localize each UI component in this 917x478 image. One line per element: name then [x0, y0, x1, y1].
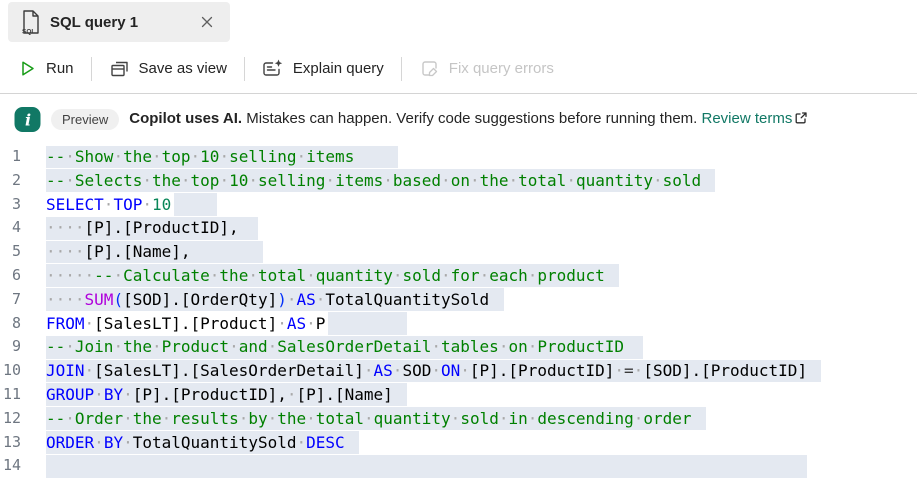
save-as-view-button[interactable]: Save as view: [107, 54, 229, 83]
code-line[interactable]: 1 --·Show·the·top·10·selling·items: [0, 145, 917, 169]
code-line[interactable]: 8 FROM·[SalesLT].[Product]·AS·P: [0, 312, 917, 336]
tab-sql-query-1[interactable]: SQL SQL query 1: [8, 2, 230, 42]
line-number: 2: [0, 169, 21, 193]
review-terms-link[interactable]: Review terms: [702, 110, 793, 127]
tab-bar: SQL SQL query 1: [0, 0, 917, 44]
code-line[interactable]: 5 ····[P].[Name],: [0, 240, 917, 264]
toolbar-separator: [244, 57, 245, 81]
line-number: 13: [0, 431, 21, 455]
code-line[interactable]: 6 ·····--·Calculate·the·total·quantity·so…: [0, 264, 917, 288]
code-text: ····SUM([SOD].[OrderQty])·AS·TotalQuanti…: [46, 288, 489, 312]
code-text: --·Selects·the·top·10·selling·items·base…: [46, 169, 701, 193]
code-line[interactable]: 9 --·Join·the·Product·and·SalesOrderDetai…: [0, 335, 917, 359]
code-line[interactable]: 7 ····SUM([SOD].[OrderQty])·AS·TotalQuant…: [0, 288, 917, 312]
code-text: ····[P].[ProductID],: [46, 216, 239, 240]
fix-query-errors-icon: [419, 58, 440, 79]
code-line[interactable]: 13 ORDER·BY·TotalQuantitySold·DESC: [0, 431, 917, 455]
line-number: 6: [0, 264, 21, 288]
toolbar-separator: [401, 57, 402, 81]
explain-query-icon: [262, 58, 284, 79]
copilot-disclaimer: Copilot uses AI. Mistakes can happen. Ve…: [129, 110, 808, 129]
explain-query-button[interactable]: Explain query: [260, 54, 386, 83]
query-toolbar: Run Save as view Explain query: [0, 44, 917, 94]
external-link-icon: [794, 112, 808, 129]
code-text: ····[P].[Name],: [46, 240, 191, 264]
line-number: 3: [0, 193, 21, 217]
copilot-preview-banner: i Preview Copilot uses AI. Mistakes can …: [0, 94, 917, 144]
code-line[interactable]: 2 --·Selects·the·top·10·selling·items·bas…: [0, 169, 917, 193]
svg-text:i: i: [25, 110, 31, 129]
line-number: 4: [0, 216, 21, 240]
code-line[interactable]: 4 ····[P].[ProductID],: [0, 216, 917, 240]
line-number: 14: [0, 454, 21, 478]
code-text: --·Join·the·Product·and·SalesOrderDetail…: [46, 335, 624, 359]
line-number: 10: [0, 359, 21, 383]
code-text: SELECT·TOP·10: [46, 193, 171, 217]
code-text: FROM·[SalesLT].[Product]·AS·P: [46, 312, 325, 336]
run-button[interactable]: Run: [16, 55, 76, 82]
code-line[interactable]: 11 GROUP·BY·[P].[ProductID],·[P].[Name]: [0, 383, 917, 407]
code-text: --·Show·the·top·10·selling·items: [46, 145, 354, 169]
line-number: 11: [0, 383, 21, 407]
toolbar-separator: [91, 57, 92, 81]
code-line[interactable]: 14: [0, 454, 917, 478]
fix-query-errors-label: Fix query errors: [449, 60, 554, 77]
copilot-uses-ai-text: Copilot uses AI.: [129, 110, 242, 127]
sql-file-icon: SQL: [20, 9, 40, 35]
insertion-highlight: [46, 455, 807, 478]
line-number: 9: [0, 335, 21, 359]
disclaimer-text: Mistakes can happen. Verify code suggest…: [242, 110, 701, 127]
code-line[interactable]: 10 JOIN·[SalesLT].[SalesOrderDetail]·AS·S…: [0, 359, 917, 383]
code-text: --·Order·the·results·by·the·total·quanti…: [46, 407, 692, 431]
code-text: JOIN·[SalesLT].[SalesOrderDetail]·AS·SOD…: [46, 359, 807, 383]
code-line[interactable]: 12 --·Order·the·results·by·the·total·quan…: [0, 407, 917, 431]
code-line[interactable]: 3 SELECT·TOP·10: [0, 193, 917, 217]
sql-code-editor[interactable]: 1 --·Show·the·top·10·selling·items 2 --·Sel…: [0, 144, 917, 478]
svg-text:SQL: SQL: [22, 29, 35, 36]
line-number: 8: [0, 312, 21, 336]
copilot-icon: i: [14, 106, 41, 133]
code-text: GROUP·BY·[P].[ProductID],·[P].[Name]: [46, 383, 393, 407]
line-number: 5: [0, 240, 21, 264]
run-label: Run: [46, 60, 74, 77]
fix-query-errors-button[interactable]: Fix query errors: [417, 54, 556, 83]
tab-title: SQL query 1: [50, 14, 186, 31]
close-icon[interactable]: [196, 11, 218, 33]
line-number: 12: [0, 407, 21, 431]
save-as-view-icon: [109, 58, 130, 79]
code-text: ORDER·BY·TotalQuantitySold·DESC: [46, 431, 345, 455]
save-as-view-label: Save as view: [139, 60, 227, 77]
code-text: ·····--·Calculate·the·total·quantity·sol…: [46, 264, 605, 288]
line-number: 7: [0, 288, 21, 312]
run-icon: [18, 59, 37, 78]
explain-query-label: Explain query: [293, 60, 384, 77]
insertion-highlight: [174, 193, 217, 216]
insertion-highlight: [328, 312, 407, 335]
line-number: 1: [0, 145, 21, 169]
preview-badge: Preview: [51, 109, 119, 130]
